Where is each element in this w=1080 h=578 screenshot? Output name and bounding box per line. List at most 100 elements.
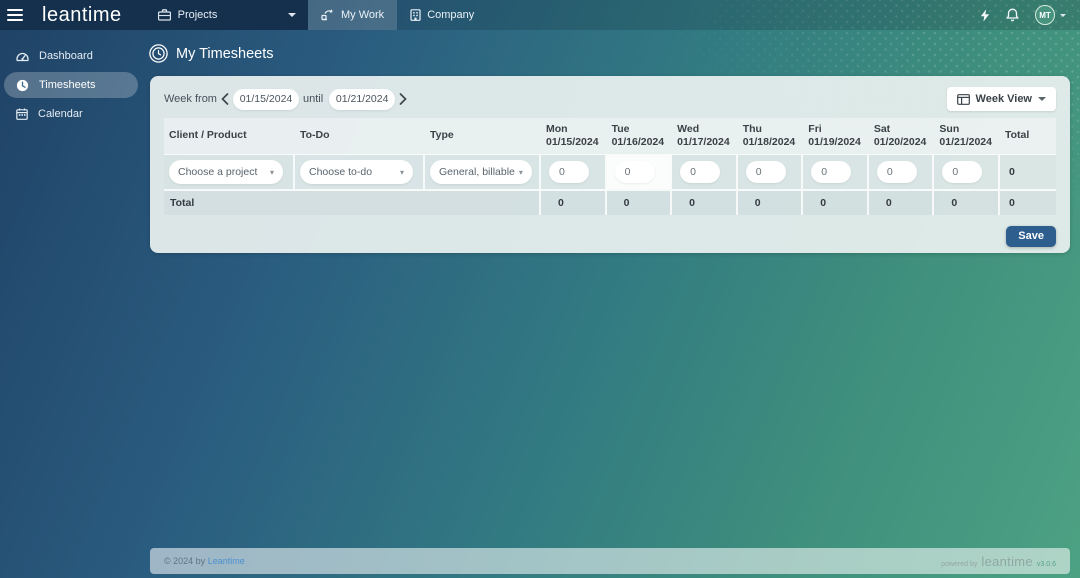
project-select[interactable]: Choose a project ▾ (169, 160, 283, 184)
day-hours-cell (541, 155, 607, 189)
day-total-cell: 0 (803, 191, 869, 215)
column-header-client-product: Client / Product (169, 129, 247, 142)
row-total-cell: 0 (999, 155, 1056, 189)
week-view-label: Week View (975, 93, 1032, 105)
sidebar-item-label: Dashboard (39, 50, 93, 62)
user-menu[interactable]: MT (1035, 5, 1066, 25)
total-row-label: Total (164, 191, 541, 215)
hours-input[interactable] (614, 161, 655, 183)
hours-input[interactable] (549, 161, 589, 183)
menu-toggle-icon[interactable] (0, 0, 30, 30)
calendar-icon (16, 108, 28, 120)
previous-week-button[interactable] (217, 93, 233, 105)
app-logo: leantime (42, 3, 122, 26)
column-header-type: Type (430, 129, 454, 142)
timesheet-total-row: Total 00000000 (164, 189, 1056, 215)
timesheet-card: Week from until Week View Client / Produ… (150, 76, 1070, 253)
type-cell: General, billable ▾ (425, 155, 541, 189)
week-start-input[interactable] (232, 88, 299, 110)
week-view-button[interactable]: Week View (946, 87, 1056, 111)
chevron-down-icon: ▾ (399, 167, 404, 177)
hours-input[interactable] (876, 161, 917, 183)
until-label: until (302, 93, 324, 105)
chevron-left-icon (221, 93, 229, 105)
tab-company[interactable]: Company (397, 0, 487, 30)
day-hours-cell (868, 155, 935, 189)
save-row: Save (164, 215, 1056, 247)
todo-cell: Choose to-do ▾ (295, 155, 425, 189)
todo-select[interactable]: Choose to-do ▾ (300, 160, 413, 184)
day-column-header: Sun 01/21/2024 (939, 122, 992, 148)
tab-my-work[interactable]: My Work (308, 0, 398, 30)
projects-label: Projects (177, 9, 218, 21)
day-total-cell: 0 (737, 191, 804, 215)
day-total-cell: 0 (934, 191, 1000, 215)
save-button[interactable]: Save (1006, 226, 1056, 247)
timesheet-header-row: Client / Product To-Do Type Mon 01/15/202… (164, 118, 1056, 155)
type-select[interactable]: General, billable ▾ (430, 160, 532, 184)
dashboard-icon (16, 52, 29, 62)
notifications-button[interactable] (1006, 8, 1019, 22)
day-hours-cell (934, 155, 1000, 189)
tab-label: Company (427, 9, 475, 21)
sidebar: Dashboard Timesheets Calendar (0, 40, 142, 130)
day-column-header: Tue 01/16/2024 (611, 122, 665, 148)
day-column-header: Thu 01/18/2024 (742, 122, 796, 148)
week-filter-bar: Week from until Week View (164, 76, 1056, 118)
sidebar-item-calendar[interactable]: Calendar (4, 101, 138, 127)
chevron-down-icon (1038, 97, 1046, 101)
calendar-week-icon (956, 93, 970, 105)
day-hours-cell (606, 155, 673, 189)
week-end-input[interactable] (329, 88, 396, 110)
leantime-link[interactable]: Leantime (208, 556, 245, 566)
bell-icon (1006, 8, 1019, 22)
day-column-header: Mon 01/15/2024 (546, 122, 599, 148)
day-hours-cell (672, 155, 738, 189)
day-column-header: Sat 01/20/2024 (873, 122, 927, 148)
footer: © 2024 by Leantime powered by leantime v… (150, 548, 1070, 574)
hours-input[interactable] (942, 161, 983, 183)
day-column-header: Fri 01/19/2024 (808, 122, 861, 148)
sidebar-item-dashboard[interactable]: Dashboard (4, 43, 138, 69)
grand-total-cell: 0 (999, 191, 1056, 215)
bolt-icon (980, 8, 990, 22)
project-cell: Choose a project ▾ (164, 155, 295, 189)
sidebar-item-label: Calendar (38, 108, 83, 120)
company-icon (410, 9, 421, 21)
timesheet-entry-row: Choose a project ▾ Choose to-do ▾ Genera… (164, 155, 1056, 189)
briefcase-icon (157, 9, 171, 21)
day-total-cell: 0 (868, 191, 935, 215)
day-hours-cell (803, 155, 869, 189)
column-header-total: Total (1004, 129, 1030, 142)
week-from-label: Week from (164, 93, 217, 105)
copyright-text: © 2024 by Leantime (164, 556, 245, 566)
hours-input[interactable] (680, 161, 721, 183)
projects-dropdown[interactable]: Projects (157, 9, 308, 21)
sidebar-item-label: Timesheets (39, 79, 96, 91)
day-total-cell: 0 (672, 191, 738, 215)
sidebar-item-timesheets[interactable]: Timesheets (4, 72, 138, 98)
column-header-todo: To-Do (300, 129, 330, 142)
chevron-down-icon: ▾ (269, 167, 274, 177)
brand-zone: leantime Projects (0, 0, 308, 30)
day-column-header: Wed 01/17/2024 (677, 122, 730, 148)
day-total-cell: 0 (541, 191, 607, 215)
topbar-actions: MT (980, 0, 1080, 30)
timesheets-icon (16, 79, 29, 91)
avatar: MT (1035, 5, 1055, 25)
page-header: My Timesheets (149, 44, 274, 63)
chevron-down-icon (288, 13, 296, 17)
day-hours-cell (737, 155, 804, 189)
stopwatch-icon (149, 44, 168, 63)
chevron-down-icon (1060, 13, 1066, 17)
day-total-cell: 0 (606, 191, 673, 215)
page-title: My Timesheets (176, 45, 274, 62)
hours-input[interactable] (811, 161, 852, 183)
quick-actions-button[interactable] (980, 8, 990, 22)
tab-label: My Work (341, 9, 385, 21)
my-work-icon (321, 9, 333, 21)
footer-brand-logo: leantime (981, 553, 1033, 569)
powered-by: powered by leantime v3.0.6 (941, 553, 1056, 569)
next-week-button[interactable] (395, 93, 411, 105)
hours-input[interactable] (745, 161, 786, 183)
